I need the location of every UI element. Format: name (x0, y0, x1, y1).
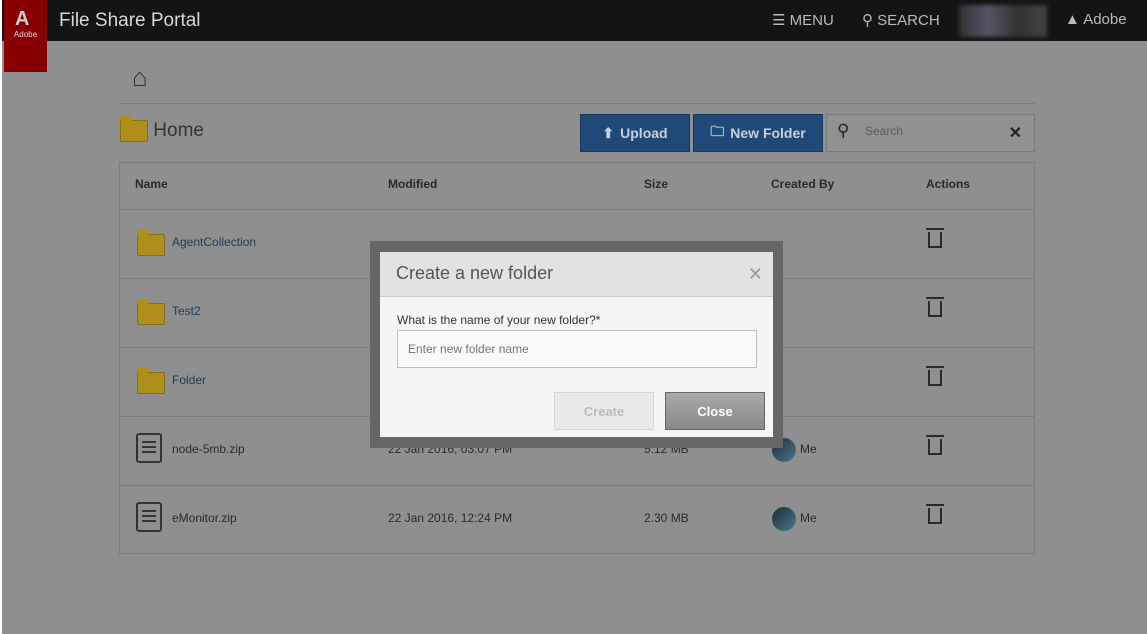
folder-icon (137, 372, 165, 394)
create-button[interactable]: Create (554, 392, 654, 430)
search-icon: ⚲ (837, 121, 849, 141)
close-button[interactable]: Close (665, 392, 765, 430)
app-title: File Share Portal (59, 10, 201, 32)
folder-icon (137, 234, 165, 256)
file-name-link[interactable]: AgentCollection (172, 235, 256, 249)
folder-name-label: What is the name of your new folder?* (397, 313, 600, 327)
modified-date: 22 Jan 2016, 12:24 PM (388, 511, 512, 525)
avatar (772, 507, 796, 531)
dialog-header: Create a new folder ✕ (380, 252, 773, 297)
file-name-link[interactable]: node-5mb.zip (172, 442, 245, 456)
created-by: Me (800, 511, 817, 525)
new-folder-icon: 🗀 (710, 121, 724, 145)
file-size: 2.30 MB (644, 511, 689, 525)
trash-icon[interactable] (928, 439, 942, 455)
breadcrumb: Home (120, 120, 204, 142)
top-bar: File Share Portal ☰ MENU ⚲ SEARCH ▲ Adob… (2, 0, 1147, 41)
upload-icon: ⬆ (602, 125, 614, 142)
table-row[interactable]: eMonitor.zip 22 Jan 2016, 12:24 PM 2.30 … (120, 485, 1034, 554)
trash-icon[interactable] (928, 508, 942, 524)
create-folder-dialog: Create a new folder ✕ What is the name of… (380, 252, 773, 437)
column-created-by[interactable]: Created By (771, 177, 834, 191)
menu-button[interactable]: ☰ MENU (772, 11, 834, 29)
column-name[interactable]: Name (135, 177, 168, 191)
new-folder-label: New Folder (730, 125, 805, 141)
upload-button[interactable]: ⬆ Upload (580, 114, 690, 152)
file-icon (136, 502, 162, 532)
new-folder-button[interactable]: 🗀 New Folder (693, 114, 823, 152)
column-actions: Actions (926, 177, 970, 191)
search-label: SEARCH (877, 12, 940, 29)
user-avatar[interactable] (959, 5, 1047, 37)
search-placeholder: Search (865, 124, 903, 138)
logo-text: Adobe (14, 30, 37, 39)
adobe-brand[interactable]: ▲ Adobe (1065, 11, 1127, 28)
file-icon (136, 433, 162, 463)
folder-icon (137, 303, 165, 325)
clear-search-icon[interactable]: ✕ (1009, 123, 1022, 143)
adobe-logo[interactable]: AAdobe (4, 0, 47, 72)
brand-label: Adobe (1083, 11, 1126, 28)
folder-icon (120, 120, 148, 142)
file-name-link[interactable]: Test2 (172, 304, 201, 318)
home-icon[interactable]: ⌂ (132, 62, 148, 93)
created-by: Me (800, 442, 817, 456)
folder-name-input[interactable] (397, 330, 757, 368)
upload-label: Upload (620, 125, 667, 141)
search-icon: ⚲ (862, 12, 873, 29)
search-input[interactable]: ⚲ Search ✕ (826, 114, 1035, 152)
trash-icon[interactable] (928, 370, 942, 386)
trash-icon[interactable] (928, 301, 942, 317)
dialog-title: Create a new folder (396, 263, 553, 283)
menu-label: MENU (790, 12, 834, 29)
column-size[interactable]: Size (644, 177, 668, 191)
search-nav-button[interactable]: ⚲ SEARCH (862, 11, 940, 29)
file-name-link[interactable]: Folder (172, 373, 206, 387)
breadcrumb-current: Home (153, 120, 204, 141)
close-icon[interactable]: ✕ (748, 264, 763, 285)
file-name-link[interactable]: eMonitor.zip (172, 511, 237, 525)
column-modified[interactable]: Modified (388, 177, 437, 191)
divider (119, 103, 1035, 104)
trash-icon[interactable] (928, 232, 942, 248)
